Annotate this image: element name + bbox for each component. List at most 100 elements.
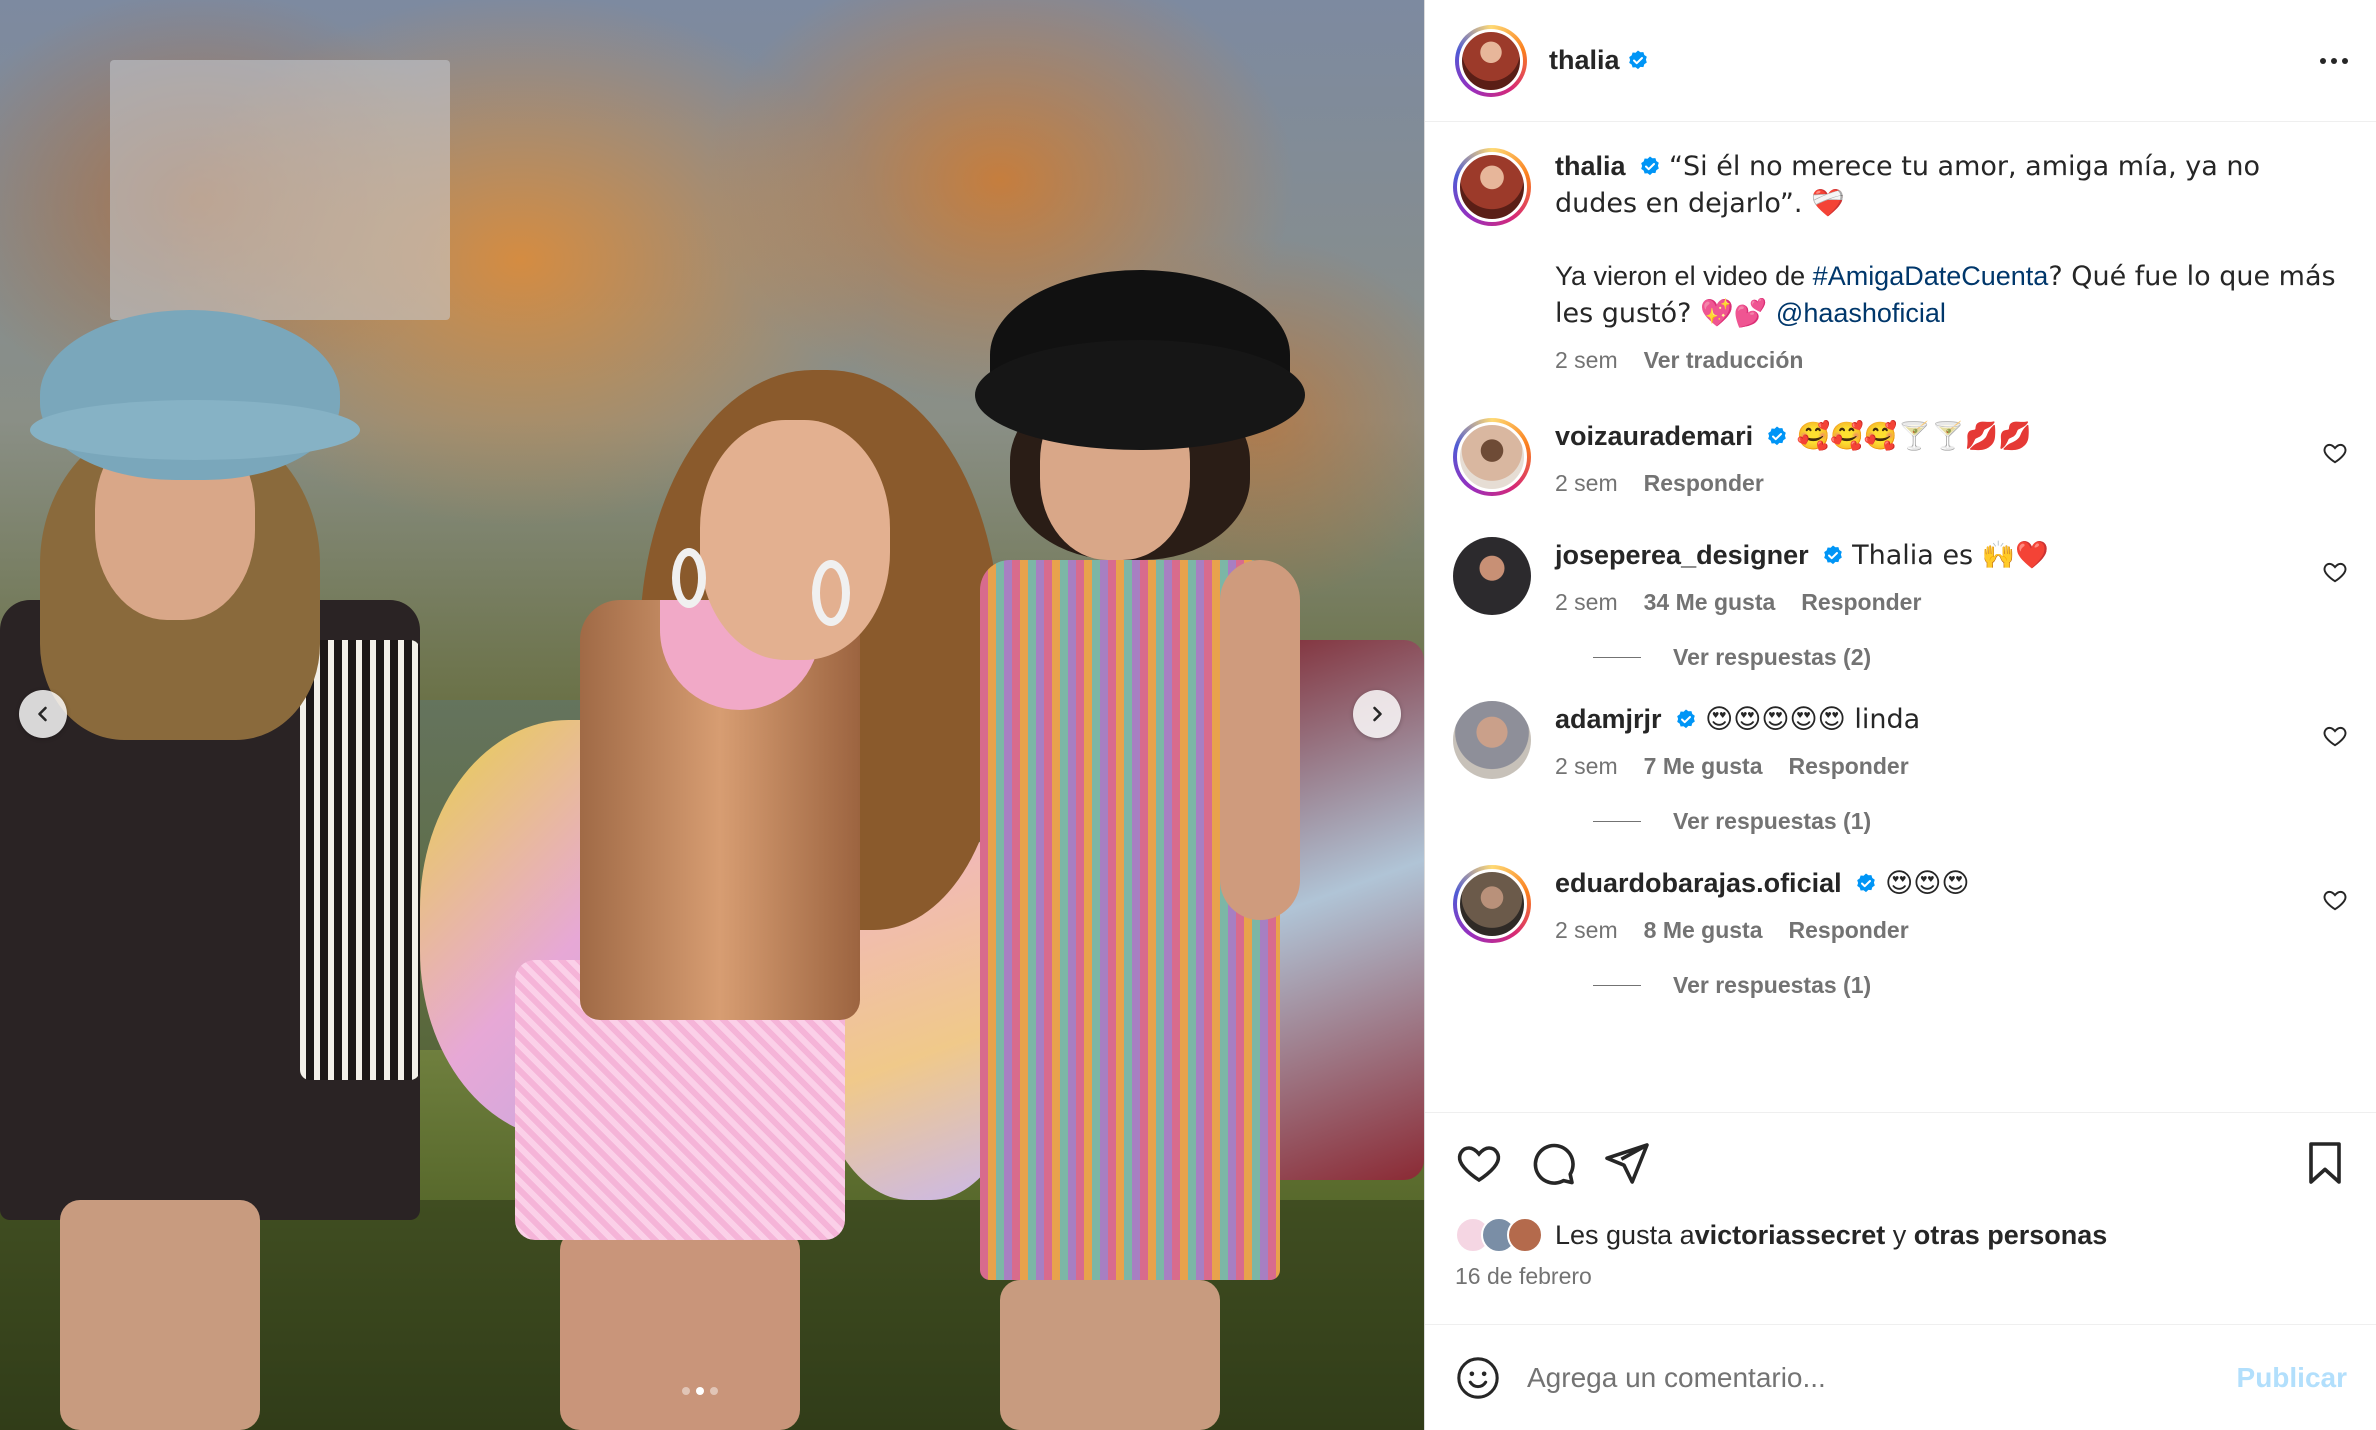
author-username[interactable]: thalia: [1549, 45, 1620, 76]
heart-icon: [1457, 1146, 1501, 1183]
comment-item: voizaurademari 🥰🥰🥰🍸🍸💋💋 2 sem Responder: [1453, 418, 2348, 501]
heart-icon[interactable]: [2322, 440, 2348, 466]
comment-text: 😍😍😍😍😍 linda: [1705, 704, 1921, 735]
share-button[interactable]: [1603, 1139, 1651, 1187]
comment-item: eduardobarajas.oficial 😍😍😍 2 sem 8 Me gu…: [1453, 865, 2348, 948]
carousel-indicators: [682, 1387, 718, 1395]
author-avatar[interactable]: [1453, 148, 1531, 226]
comment-timestamp[interactable]: 2 sem: [1555, 912, 1618, 948]
view-replies-label: Ver respuestas (2): [1673, 644, 1872, 670]
verified-icon: [1640, 156, 1659, 176]
post-media: [0, 0, 1424, 1430]
verified-icon: [1676, 709, 1695, 729]
more-icon: [2320, 57, 2326, 64]
woman-center-legs: [560, 1230, 800, 1430]
commenter-username[interactable]: voizaurademari: [1555, 421, 1753, 451]
view-replies-label: Ver respuestas (1): [1673, 808, 1872, 834]
replies-divider: [1593, 657, 1641, 658]
comment-timestamp[interactable]: 2 sem: [1555, 465, 1618, 501]
view-replies-label: Ver respuestas (1): [1673, 972, 1872, 998]
comment-block: adamjrjr 😍😍😍😍😍 linda 2 sem 7 Me gusta Re…: [1453, 701, 2348, 835]
liker-username-link[interactable]: victoriassecret: [1695, 1220, 1886, 1251]
woman-left-legs: [60, 1200, 260, 1430]
carousel-dot: [710, 1387, 718, 1395]
comment-block: joseperea_designer Thalia es 🙌❤️ 2 sem 3…: [1453, 537, 2348, 671]
more-options-button[interactable]: [2320, 57, 2348, 64]
commenter-avatar[interactable]: [1453, 418, 1531, 496]
next-slide-button[interactable]: [1353, 690, 1401, 738]
woman-center-earring-right: [812, 560, 850, 626]
comment-timestamp[interactable]: 2 sem: [1555, 748, 1618, 784]
commenter-username[interactable]: joseperea_designer: [1555, 540, 1809, 570]
woman-left-fringe: [300, 640, 420, 1080]
likes-prefix: Les gusta a: [1555, 1219, 1695, 1250]
comment-item: adamjrjr 😍😍😍😍😍 linda 2 sem 7 Me gusta Re…: [1453, 701, 2348, 784]
action-icons: [1455, 1139, 2349, 1187]
house-background: [110, 60, 450, 320]
comment-like-count[interactable]: 7 Me gusta: [1644, 748, 1763, 784]
comment-composer: Publicar: [1425, 1324, 2376, 1430]
commenter-avatar[interactable]: [1453, 701, 1531, 779]
heart-icon[interactable]: [2322, 559, 2348, 585]
post-caption: thalia “Si él no merece tu amor, amiga m…: [1453, 148, 2348, 378]
verified-icon: [1823, 545, 1842, 565]
heart-icon[interactable]: [2322, 723, 2348, 749]
comment-input[interactable]: [1527, 1361, 2217, 1394]
caption-timestamp[interactable]: 2 sem: [1555, 342, 1618, 378]
comment-text: 🥰🥰🥰🍸🍸💋💋: [1796, 421, 2032, 452]
reply-button[interactable]: Responder: [1789, 748, 1909, 784]
view-replies-button[interactable]: Ver respuestas (1): [1593, 808, 2348, 835]
woman-right-legs: [1000, 1280, 1220, 1430]
verified-icon: [1856, 873, 1875, 893]
heart-icon[interactable]: [2322, 887, 2348, 913]
view-replies-button[interactable]: Ver respuestas (1): [1593, 972, 2348, 999]
save-button[interactable]: [2301, 1139, 2349, 1187]
comment-icon: [1533, 1143, 1575, 1185]
post-modal: thalia thalia “Si él no merece tu amor, …: [0, 0, 2376, 1430]
reply-button[interactable]: Responder: [1801, 584, 1921, 620]
reply-button[interactable]: Responder: [1789, 912, 1909, 948]
verified-icon: [1768, 426, 1786, 446]
other-likers-link[interactable]: otras personas: [1914, 1220, 2108, 1251]
woman-right-hat-brim: [975, 340, 1305, 450]
commenter-username[interactable]: adamjrjr: [1555, 704, 1662, 734]
liker-avatars: [1455, 1217, 1543, 1253]
emoji-icon[interactable]: [1455, 1355, 1501, 1401]
woman-right-arm: [1220, 560, 1300, 920]
caption-text-line2: Ya vieron el video de: [1555, 261, 1813, 291]
likes-connector: y: [1885, 1219, 1914, 1250]
post-date[interactable]: 16 de febrero: [1455, 1263, 2349, 1290]
author-avatar[interactable]: [1455, 24, 1527, 97]
post-sidebar: thalia thalia “Si él no merece tu amor, …: [1424, 0, 2376, 1430]
post-actions: Les gusta a victoriassecret y otras pers…: [1425, 1112, 2376, 1330]
previous-slide-button[interactable]: [19, 690, 67, 738]
likes-summary: Les gusta a victoriassecret y otras pers…: [1455, 1217, 2349, 1253]
view-replies-button[interactable]: Ver respuestas (2): [1593, 644, 2348, 671]
comment-like-count[interactable]: 8 Me gusta: [1644, 912, 1763, 948]
replies-divider: [1593, 821, 1641, 822]
caption-username[interactable]: thalia: [1555, 151, 1626, 181]
caption-mention-link[interactable]: @haashoficial: [1776, 298, 1946, 328]
comment-like-count[interactable]: 34 Me gusta: [1644, 584, 1776, 620]
chevron-left-icon: [38, 706, 47, 722]
carousel-dot-active: [696, 1387, 704, 1395]
commenter-avatar[interactable]: [1453, 865, 1531, 943]
replies-divider: [1593, 985, 1641, 986]
comments-list: thalia “Si él no merece tu amor, amiga m…: [1425, 122, 2376, 1112]
comment-block: eduardobarajas.oficial 😍😍😍 2 sem 8 Me gu…: [1453, 865, 2348, 999]
like-button[interactable]: [1455, 1139, 1503, 1187]
chevron-right-icon: [1373, 706, 1382, 722]
comment-item: joseperea_designer Thalia es 🙌❤️ 2 sem 3…: [1453, 537, 2348, 620]
caption-hashtag-link[interactable]: #AmigaDateCuenta: [1813, 261, 2049, 291]
reply-button[interactable]: Responder: [1644, 465, 1764, 501]
carousel-dot: [682, 1387, 690, 1395]
bookmark-icon: [2309, 1142, 2341, 1184]
commenter-username[interactable]: eduardobarajas.oficial: [1555, 868, 1842, 898]
comment-timestamp[interactable]: 2 sem: [1555, 584, 1618, 620]
comment-button[interactable]: [1529, 1139, 1577, 1187]
post-header: thalia: [1425, 0, 2376, 122]
translate-button[interactable]: Ver traducción: [1644, 342, 1804, 378]
publish-button[interactable]: Publicar: [2237, 1362, 2347, 1394]
commenter-avatar[interactable]: [1453, 537, 1531, 615]
woman-left-hat-brim: [30, 400, 360, 460]
